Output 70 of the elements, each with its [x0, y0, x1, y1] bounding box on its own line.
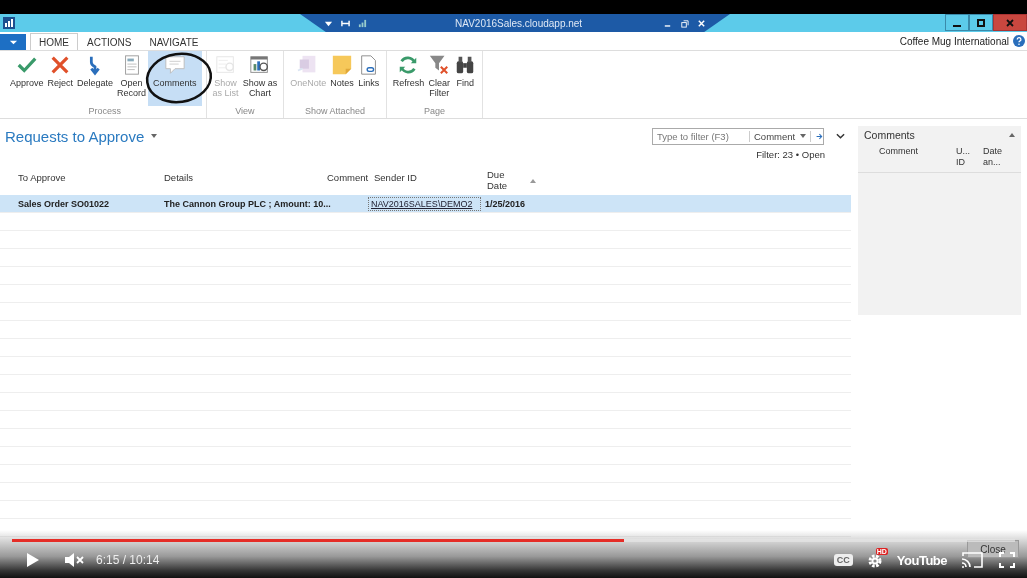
close-button[interactable]: [993, 14, 1027, 31]
clear-filter-icon: [428, 54, 451, 76]
column-header[interactable]: Comment: [327, 169, 374, 183]
youtube-logo[interactable]: YouTube: [896, 552, 947, 568]
captions-button[interactable]: CC: [833, 554, 853, 566]
group-label: View: [235, 106, 255, 118]
filter-status: Filter: 23 • Open: [756, 149, 825, 162]
ribbon-button[interactable]: Open Record: [115, 51, 149, 106]
ribbon-button[interactable]: Show as Chart: [240, 51, 280, 106]
column-header[interactable]: Details: [164, 169, 327, 183]
signal-icon: [358, 18, 367, 28]
ribbon-button[interactable]: Reject: [45, 51, 76, 106]
sticky-note-icon: [330, 54, 353, 76]
group-label: Process: [88, 106, 122, 118]
group-label: Show Attached: [304, 106, 365, 118]
table-cell-text: 1/25/2016: [485, 198, 527, 209]
minimize-button[interactable]: [945, 14, 969, 31]
field-dropdown[interactable]: Comment: [750, 130, 812, 142]
play-icon[interactable]: [26, 552, 40, 568]
column-header[interactable]: Due Date: [487, 169, 537, 191]
sort-icon[interactable]: [530, 179, 536, 183]
help-icon[interactable]: [1013, 35, 1025, 47]
menu-button[interactable]: [0, 34, 26, 50]
caret-icon[interactable]: [151, 134, 158, 138]
caret-icon: [800, 134, 807, 138]
sender-link[interactable]: NAV2016SALES\DEMO2: [368, 196, 481, 211]
ribbon-button[interactable]: Find: [452, 51, 479, 106]
progress-bar[interactable]: [12, 539, 1015, 542]
ribbon-button[interactable]: Links: [355, 51, 382, 106]
table-cell-text: The Cannon Group PLC ; Amount: 10...: [164, 198, 332, 209]
table-row[interactable]: Sales Order SO01022 The Cannon Group PLC ; Amount: 10... NAV2016SALES\DEMO2 1/25/2016: [0, 195, 851, 213]
panel-title: Comments: [864, 129, 915, 141]
ribbon-button[interactable]: Notes: [328, 51, 356, 106]
column-header[interactable]: To Approve: [0, 169, 164, 183]
speech-bubble-icon: [163, 54, 186, 76]
restore-icon[interactable]: [680, 18, 689, 28]
company-name: Coffee Mug International: [899, 35, 1009, 47]
volume-muted-icon[interactable]: [64, 552, 84, 568]
close-icon[interactable]: [697, 18, 706, 28]
page-title: Requests to Approve: [5, 127, 145, 145]
ribbon-button[interactable]: Delegate: [75, 51, 116, 106]
window-title: NAV2016Sales.cloudapp.net: [455, 17, 583, 29]
chevron-icon[interactable]: [836, 133, 845, 139]
list-search-icon: [214, 54, 237, 76]
minimize-icon: [953, 24, 961, 27]
video-time: 6:15 / 10:14: [96, 553, 160, 567]
group-label: Page: [423, 106, 445, 118]
circle-annotation: [144, 51, 214, 105]
app-icon: [3, 17, 15, 29]
restore-button[interactable]: [969, 14, 993, 31]
ribbon-button[interactable]: Clear Filter: [426, 51, 453, 106]
ribbon-button[interactable]: Refresh: [390, 51, 427, 106]
cast-icon[interactable]: [961, 552, 983, 568]
ribbon-button[interactable]: Approve: [8, 51, 46, 106]
filter-field[interactable]: Type to filter (F3) Comment: [652, 127, 824, 145]
column-header[interactable]: U... ID: [956, 146, 983, 168]
ribbon-tab[interactable]: HOME: [30, 33, 78, 50]
collapse-icon[interactable]: [1009, 133, 1015, 137]
table-cell-text: Sales Order SO01022: [17, 198, 111, 209]
column-header[interactable]: Comment: [879, 146, 956, 168]
fullscreen-icon[interactable]: [999, 552, 1015, 568]
arrow-icon[interactable]: [816, 131, 823, 141]
ribbon-tab[interactable]: NAVIGATE: [140, 33, 208, 50]
chart-search-icon: [248, 54, 271, 76]
settings-icon[interactable]: [866, 553, 883, 569]
column-header[interactable]: Sender ID: [374, 169, 487, 183]
column-header[interactable]: Date an...: [983, 146, 1002, 168]
ribbon-tab[interactable]: ACTIONS: [78, 33, 141, 50]
restore-icon: [976, 17, 986, 28]
close-icon: [1005, 17, 1015, 28]
